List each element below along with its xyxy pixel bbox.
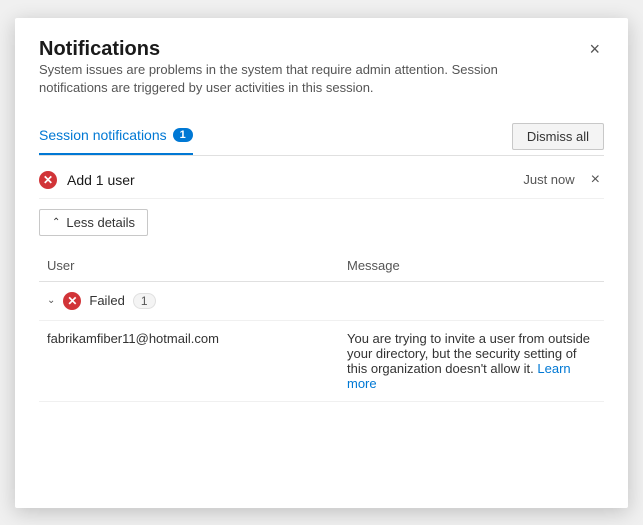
notification-title: Add 1 user: [67, 172, 135, 188]
user-cell: fabrikamfiber11@hotmail.com: [39, 320, 339, 401]
tab-label: Session notifications: [39, 127, 167, 143]
dialog-title: Notifications: [39, 38, 559, 61]
failed-label: Failed: [89, 293, 124, 308]
dialog-close-button[interactable]: ×: [585, 38, 604, 60]
chevron-up-icon: ⌃: [52, 217, 60, 228]
notification-right: Just now ×: [523, 170, 604, 190]
tab-count-badge: 1: [173, 128, 193, 142]
failed-error-icon: ✕: [63, 292, 81, 310]
table-row: fabrikamfiber11@hotmail.com You are tryi…: [39, 320, 604, 401]
notification-left: ✕ Add 1 user: [39, 171, 135, 189]
message-cell: You are trying to invite a user from out…: [339, 320, 604, 401]
failed-group-row: ⌄ ✕ Failed 1: [39, 281, 604, 320]
tab-session-notifications[interactable]: Session notifications 1: [39, 119, 193, 155]
notification-dismiss-button[interactable]: ×: [587, 170, 604, 190]
dismiss-all-button[interactable]: Dismiss all: [512, 123, 604, 150]
error-icon: ✕: [39, 171, 57, 189]
details-table: User Message ⌄ ✕ Failed 1 fabrikamfiber1…: [39, 252, 604, 402]
tabs-row: Session notifications 1 Dismiss all: [39, 119, 604, 156]
chevron-down-icon: ⌄: [47, 295, 55, 306]
less-details-label: Less details: [66, 215, 135, 230]
less-details-button[interactable]: ⌃ Less details: [39, 209, 148, 236]
notification-timestamp: Just now: [523, 172, 574, 187]
dialog-subtitle: System issues are problems in the system…: [39, 61, 559, 97]
failed-row-content: ⌄ ✕ Failed 1: [47, 292, 596, 310]
notifications-dialog: Notifications System issues are problems…: [15, 18, 628, 508]
dialog-header: Notifications System issues are problems…: [39, 38, 604, 113]
failed-count-badge: 1: [133, 293, 156, 309]
col-header-user: User: [39, 252, 339, 282]
col-header-message: Message: [339, 252, 604, 282]
notification-item: ✕ Add 1 user Just now ×: [39, 156, 604, 199]
